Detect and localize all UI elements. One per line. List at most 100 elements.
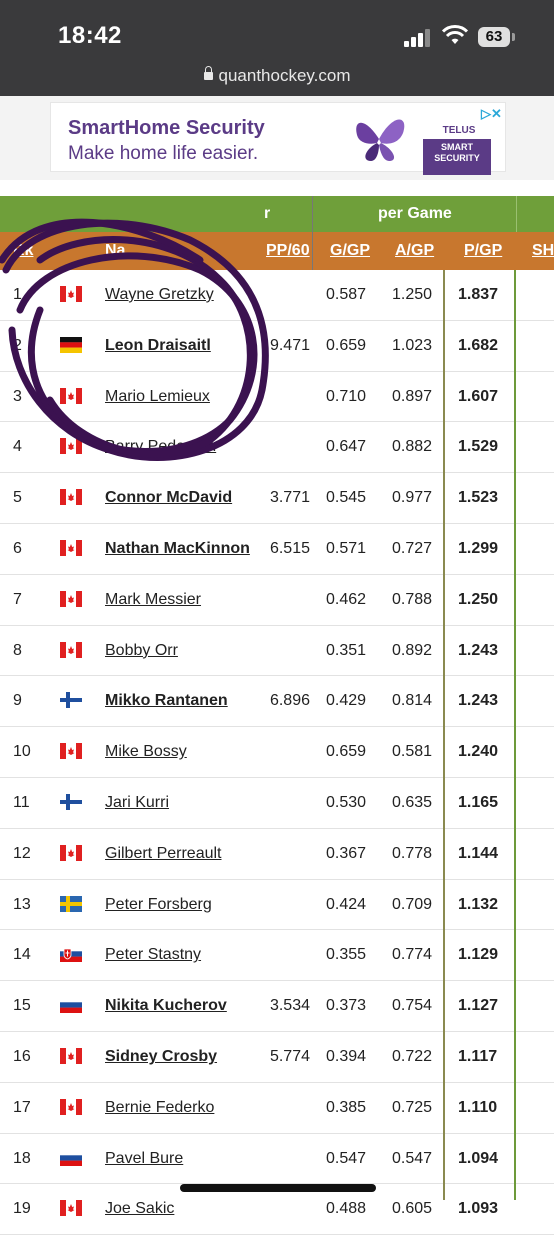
- player-name-link[interactable]: Nikita Kucherov: [105, 981, 227, 1030]
- url-bar[interactable]: quanthockey.com: [0, 66, 554, 86]
- points-per-game-cell: 1.132: [458, 895, 499, 913]
- assists-per-game-cell: 0.581: [392, 743, 433, 761]
- assists-per-game-cell: 0.774: [392, 946, 433, 964]
- player-name-link[interactable]: Bernie Federko: [105, 1083, 214, 1132]
- rank-cell: 17: [13, 1098, 31, 1116]
- rank-cell: 8: [13, 641, 22, 659]
- canada-flag-icon: [60, 1098, 82, 1115]
- browser-chrome: 18:42 63 quanthockey.com: [0, 0, 554, 96]
- pp60-cell: [266, 727, 310, 776]
- goals-per-game-cell: 0.462: [326, 590, 367, 608]
- player-name-link[interactable]: Barry Pederson: [105, 422, 216, 471]
- player-name-link[interactable]: Connor McDavid: [105, 473, 232, 522]
- points-per-game-cell: 1.094: [458, 1149, 499, 1167]
- assists-per-game-cell: 0.892: [392, 641, 433, 659]
- goals-per-game-cell: 0.587: [326, 286, 367, 303]
- pp60-cell: 6.896: [269, 692, 310, 710]
- player-name-link[interactable]: Gilbert Perreault: [105, 829, 222, 878]
- ad-brand: TELUS: [442, 125, 476, 136]
- col-header-pp60[interactable]: PP/60: [266, 232, 310, 270]
- rank-cell: 12: [13, 844, 31, 862]
- table-row: 12 Gilbert Perreault 0.367 0.778 1.144: [0, 828, 554, 880]
- pp60-cell: [266, 930, 310, 979]
- assists-per-game-cell: 0.754: [392, 997, 433, 1015]
- points-per-game-cell: 1.523: [458, 489, 499, 507]
- assists-per-game-cell: 0.977: [392, 489, 433, 507]
- player-name-link[interactable]: Nathan MacKinnon: [105, 524, 250, 573]
- canada-flag-icon: [60, 286, 82, 302]
- table-row: 17 Bernie Federko 0.385 0.725 1.110: [0, 1082, 554, 1134]
- goals-per-game-cell: 0.355: [326, 946, 367, 964]
- goals-per-game-cell: 0.571: [326, 539, 367, 557]
- rank-cell: 10: [13, 743, 31, 761]
- butterfly-icon: [356, 119, 405, 161]
- pp60-cell: [266, 372, 310, 421]
- player-name-link[interactable]: Leon Draisaitl: [105, 321, 211, 370]
- assists-per-game-cell: 1.250: [392, 286, 433, 303]
- goals-per-game-cell: 0.424: [326, 895, 367, 913]
- rank-cell: 15: [13, 997, 31, 1015]
- canada-flag-icon: [60, 489, 82, 506]
- player-name-link[interactable]: Joe Sakic: [105, 1184, 174, 1233]
- goals-per-game-cell: 0.647: [326, 438, 367, 456]
- player-name-link[interactable]: Peter Stastny: [105, 930, 201, 979]
- points-per-game-cell: 1.110: [458, 1098, 498, 1116]
- canada-flag-icon: [60, 1047, 82, 1064]
- group-divider: [516, 196, 517, 232]
- assists-per-game-cell: 0.709: [392, 895, 433, 913]
- table-row: 3 Mario Lemieux 0.710 0.897 1.607: [0, 371, 554, 423]
- ad-area: SmartHome Security Make home life easier…: [0, 96, 554, 274]
- points-per-game-cell: 1.837: [458, 286, 499, 303]
- assists-per-game-cell: 0.814: [392, 692, 433, 710]
- player-name-link[interactable]: Mark Messier: [105, 575, 201, 624]
- goals-per-game-cell: 0.367: [326, 844, 367, 862]
- points-per-game-cell: 1.250: [458, 590, 499, 608]
- table-row: 5 Connor McDavid 3.771 0.545 0.977 1.523: [0, 473, 554, 524]
- col-header-goals-per-game[interactable]: G/GP: [330, 232, 370, 270]
- ad-banner[interactable]: SmartHome Security Make home life easier…: [50, 102, 506, 175]
- rank-cell: 9: [13, 692, 22, 710]
- column-header-row: Rk Na PP/60 G/GP A/GP P/GP SH: [0, 232, 554, 270]
- rank-cell: 1: [13, 286, 22, 303]
- canada-flag-icon: [60, 387, 82, 404]
- player-name-link[interactable]: Sidney Crosby: [105, 1032, 217, 1081]
- table-row: 1 Wayne Gretzky 0.587 1.250 1.837: [0, 270, 554, 321]
- table-row: 14 Peter Stastny 0.355 0.774 1.129: [0, 930, 554, 982]
- player-name-link[interactable]: Mikko Rantanen: [105, 676, 228, 725]
- player-name-link[interactable]: Mike Bossy: [105, 727, 187, 776]
- assists-per-game-cell: 0.605: [392, 1200, 433, 1218]
- col-header-sh[interactable]: SH: [532, 232, 554, 270]
- rank-cell: 4: [13, 438, 22, 456]
- col-header-rank[interactable]: Rk: [13, 232, 33, 270]
- rank-cell: 18: [13, 1149, 31, 1167]
- goals-per-game-cell: 0.373: [326, 997, 367, 1015]
- pgp-right-border: [514, 270, 516, 1200]
- ad-tagline: Make home life easier.: [68, 143, 259, 164]
- player-name-link[interactable]: Pavel Bure: [105, 1134, 183, 1183]
- table-row: 15 Nikita Kucherov 3.534 0.373 0.754 1.127: [0, 981, 554, 1032]
- assists-per-game-cell: 0.882: [392, 438, 433, 456]
- adchoices-icon[interactable]: ▷✕: [481, 106, 502, 122]
- player-name-link[interactable]: Mario Lemieux: [105, 372, 210, 421]
- points-per-game-cell: 1.299: [458, 539, 499, 557]
- stats-table-body: 1 Wayne Gretzky 0.587 1.250 1.837 2 Leon Drais…: [0, 270, 554, 1235]
- player-name-link[interactable]: Peter Forsberg: [105, 880, 212, 929]
- table-row: 7 Mark Messier 0.462 0.788 1.250: [0, 574, 554, 626]
- assists-per-game-cell: 0.725: [392, 1098, 433, 1116]
- col-header-points-per-game[interactable]: P/GP: [464, 232, 502, 270]
- col-header-assists-per-game[interactable]: A/GP: [395, 232, 434, 270]
- canada-flag-icon: [60, 539, 82, 556]
- player-name-link[interactable]: Bobby Orr: [105, 626, 178, 675]
- goals-per-game-cell: 0.429: [326, 692, 367, 710]
- rank-cell: 2: [13, 336, 22, 354]
- player-name-link[interactable]: Wayne Gretzky: [105, 270, 214, 319]
- canada-flag-icon: [60, 641, 82, 658]
- assists-per-game-cell: 0.788: [392, 590, 433, 608]
- col-header-name[interactable]: Na: [105, 232, 125, 270]
- points-per-game-cell: 1.529: [458, 438, 499, 456]
- rank-cell: 19: [13, 1200, 31, 1218]
- rank-cell: 3: [13, 387, 22, 405]
- player-name-link[interactable]: Jari Kurri: [105, 778, 169, 827]
- ad-headline: SmartHome Security: [68, 117, 265, 139]
- home-indicator: [180, 1184, 376, 1192]
